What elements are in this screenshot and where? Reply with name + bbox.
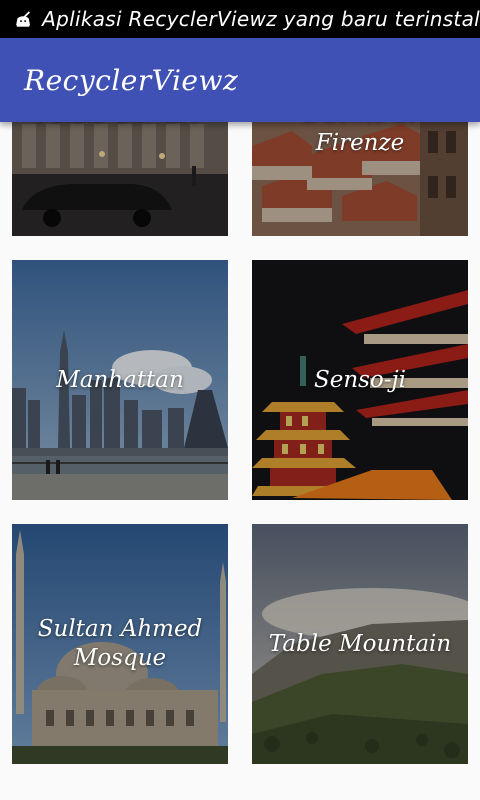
- place-card-manhattan[interactable]: Manhattan: [12, 260, 228, 500]
- place-label: Senso-ji: [313, 366, 407, 393]
- status-bar: Aplikasi RecyclerViewz yang baru terinst…: [0, 0, 480, 38]
- place-label: Table Mountain: [268, 630, 452, 657]
- android-icon: [16, 11, 31, 27]
- notification-text: Aplikasi RecyclerViewz yang baru terinst…: [42, 7, 480, 31]
- place-card-table-mountain[interactable]: Table Mountain: [252, 524, 468, 764]
- place-label: Sultan Ahmed Mosque: [37, 616, 203, 671]
- place-label: Manhattan: [56, 366, 184, 393]
- place-card-senso-ji[interactable]: Senso-ji: [252, 260, 468, 500]
- app-bar: RecyclerViewz: [0, 38, 480, 122]
- app-title: RecyclerViewz: [24, 63, 239, 97]
- place-card-sultan-ahmed[interactable]: Sultan Ahmed Mosque: [12, 524, 228, 764]
